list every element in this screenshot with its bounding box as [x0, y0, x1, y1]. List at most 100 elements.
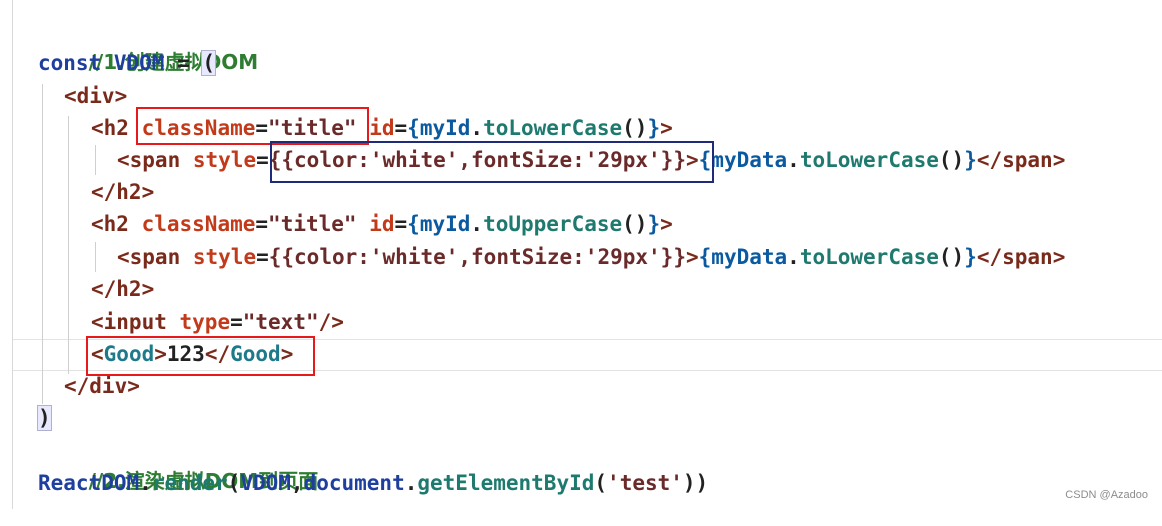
call-parens: (): [622, 212, 648, 236]
call-parens: (): [938, 245, 965, 269]
dot: .: [787, 245, 800, 269]
self-close-tag: />: [318, 310, 344, 334]
attr-equals: =: [256, 245, 269, 269]
code-editor[interactable]: //1.创建虚拟DOM const VDOM = ( <div> <h2 cla…: [0, 0, 1162, 509]
string-title: "title": [268, 116, 357, 140]
string-test: 'test': [607, 471, 683, 495]
attr-equals: =: [394, 116, 408, 140]
brace-close: }: [647, 116, 661, 140]
call-parens: (): [938, 148, 965, 172]
indent-guide: [95, 242, 96, 272]
dot: .: [139, 471, 152, 495]
attr-equals: =: [255, 212, 269, 236]
component-good-close: Good: [230, 342, 281, 366]
method-tolowercase: toLowerCase: [799, 245, 939, 269]
code-line-15[interactable]: ReactDOM.render(VDOM,document.getElement…: [38, 468, 708, 498]
code-line-1[interactable]: //1.创建虚拟DOM: [38, 17, 259, 74]
h2-close-tag: </h2>: [91, 277, 155, 301]
identifier-vdom: VDOM: [240, 471, 291, 495]
dot: .: [470, 212, 484, 236]
attr-equals: =: [255, 116, 269, 140]
code-line-7[interactable]: <h2 className="title" id={myId.toUpperCa…: [91, 209, 673, 239]
code-line-10[interactable]: <input type="text"/>: [91, 307, 344, 337]
comma: ,: [290, 471, 304, 495]
style-object-value: {{color:'white',fontSize:'29px'}}: [268, 148, 686, 172]
paren-open: (: [594, 471, 608, 495]
identifier-vdom: VDOM: [113, 51, 165, 75]
tag-close: >: [660, 116, 673, 140]
method-tolowercase: toLowerCase: [483, 116, 623, 140]
span-open-tag: <span: [117, 245, 181, 269]
code-line-11[interactable]: <Good>123</Good>: [91, 339, 293, 369]
brace-close: }: [647, 212, 661, 236]
indent-guide: [68, 116, 69, 374]
paren-close: )): [682, 471, 709, 495]
code-line-12[interactable]: </div>: [64, 371, 140, 401]
attr-equals: =: [230, 310, 243, 334]
attr-id: id: [369, 212, 395, 236]
indent-guide: [95, 145, 96, 175]
code-line-2[interactable]: const VDOM = (: [38, 48, 217, 78]
attr-id: id: [369, 116, 395, 140]
equals-sign: =: [164, 51, 203, 75]
h2-open-tag: <h2: [91, 212, 129, 236]
string-title: "title": [268, 212, 357, 236]
span-open-tag: <span: [117, 148, 181, 172]
code-line-4[interactable]: <h2 className="title" id={myId.toLowerCa…: [91, 113, 673, 143]
method-getelementbyid: getElementById: [417, 471, 595, 495]
code-line-13[interactable]: ): [37, 403, 52, 433]
method-render: render: [151, 471, 228, 495]
identifier-mydata: myData: [711, 245, 788, 269]
div-open-tag: <div>: [64, 84, 128, 108]
paren-open: (: [227, 471, 241, 495]
tag-gt: >: [154, 342, 167, 366]
tag-lt: <: [91, 342, 104, 366]
component-good-open: Good: [103, 342, 155, 366]
brace-open: {: [698, 245, 712, 269]
attr-classname: className: [141, 212, 256, 236]
tag-close: >: [660, 212, 673, 236]
identifier-document: document: [303, 471, 405, 495]
code-line-9[interactable]: </h2>: [91, 274, 154, 304]
code-line-5[interactable]: <span style={{color:'white',fontSize:'29…: [117, 145, 1065, 175]
div-close-tag: </div>: [64, 374, 140, 398]
span-close-tag: </span>: [976, 148, 1066, 172]
identifier-reactdom: ReactDOM: [38, 471, 140, 495]
span-close-tag: </span>: [976, 245, 1066, 269]
code-line-14[interactable]: //2.渲染虚拟DOM到页面: [38, 436, 319, 493]
dot: .: [787, 148, 800, 172]
tag-close: >: [685, 245, 699, 269]
brace-open: {: [407, 116, 420, 140]
csdn-watermark: CSDN @Azadoo: [1065, 489, 1148, 501]
dot: .: [470, 116, 484, 140]
attr-classname: className: [141, 116, 256, 140]
attr-equals: =: [256, 148, 269, 172]
brace-open: {: [698, 148, 712, 172]
attr-style: style: [192, 148, 257, 172]
call-parens: (): [622, 116, 648, 140]
open-paren: (: [201, 50, 217, 76]
keyword-const: const: [38, 51, 102, 75]
style-object-value: {{color:'white',fontSize:'29px'}}: [268, 245, 686, 269]
attr-type: type: [179, 310, 231, 334]
tag-gt: >: [280, 342, 294, 366]
indent-guide: [42, 84, 43, 404]
text-123: 123: [166, 342, 205, 366]
method-tolowercase: toLowerCase: [799, 148, 939, 172]
brace-close: }: [964, 148, 977, 172]
identifier-myid: myId: [419, 212, 471, 236]
gutter-border: [12, 0, 13, 509]
string-text: "text": [242, 310, 319, 334]
h2-open-tag: <h2: [91, 116, 129, 140]
brace-open: {: [407, 212, 420, 236]
attr-style: style: [192, 245, 257, 269]
code-line-3[interactable]: <div>: [64, 81, 127, 111]
attr-equals: =: [394, 212, 408, 236]
method-touppercase: toUpperCase: [483, 212, 623, 236]
identifier-myid: myId: [419, 116, 471, 140]
code-line-8[interactable]: <span style={{color:'white',fontSize:'29…: [117, 242, 1065, 272]
identifier-mydata: myData: [711, 148, 788, 172]
code-line-6[interactable]: </h2>: [91, 177, 154, 207]
close-paren: ): [37, 405, 52, 431]
tag-lt-close: </: [204, 342, 231, 366]
